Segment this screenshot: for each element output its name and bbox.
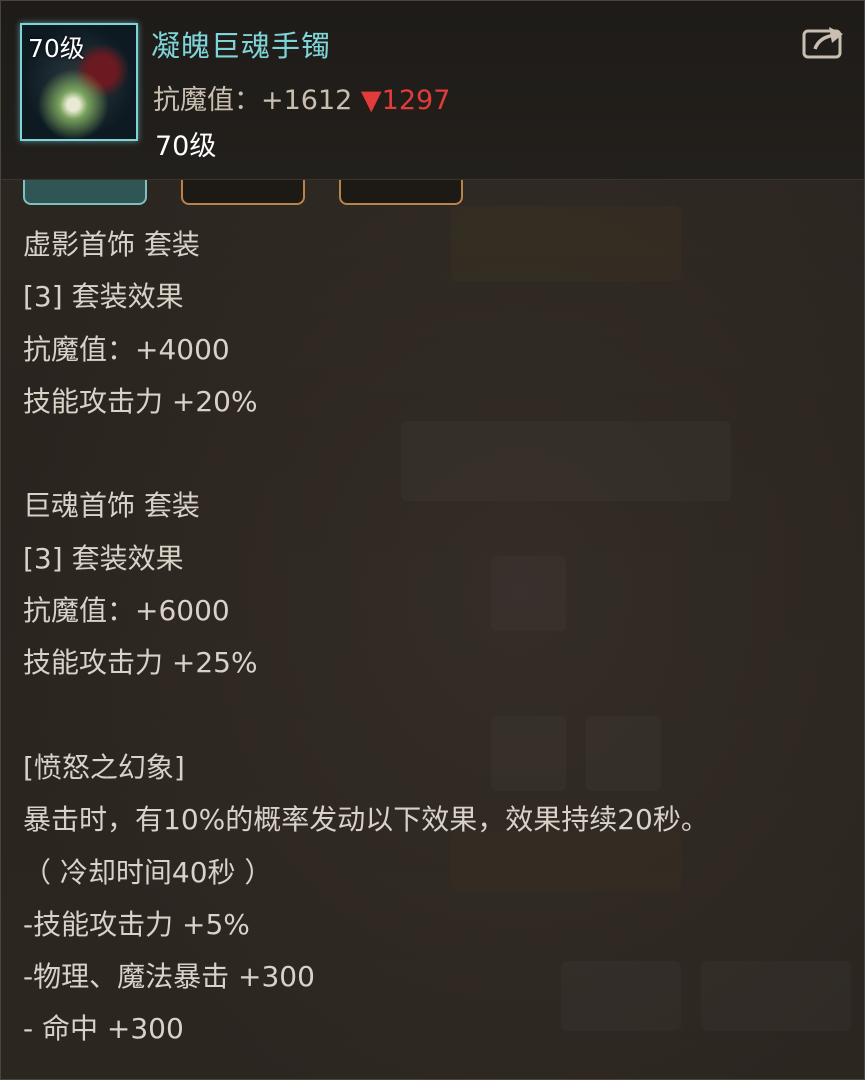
description-line: -技能攻击力 +5% [23, 907, 250, 941]
description-line: [愤怒之幻象] [23, 750, 185, 784]
description-line: [3] 套装效果 [23, 280, 184, 314]
item-icon-level: 70级 [28, 34, 85, 63]
description-line: -物理、魔法暴击 +300 [23, 960, 315, 994]
description-line: 抗魔值：+4000 [23, 332, 230, 366]
description-line: [3] 套装效果 [23, 541, 184, 575]
description-line: 巨魂首饰 套装 [23, 489, 200, 523]
equipment-slot [23, 179, 147, 205]
description-line [23, 428, 853, 480]
description-line: - 命中 +300 [23, 1012, 184, 1046]
equipment-slot [339, 179, 463, 205]
description-line: 技能攻击力 +25% [23, 646, 258, 680]
item-tooltip: 70级 凝魄巨魂手镯 抗魔值：+1612 ▼1297 70级 虚影首饰 套装 [… [0, 0, 865, 1080]
bracelet-item-icon: 70级 [20, 23, 138, 141]
stat-decrease: ▼1297 [360, 85, 451, 116]
description-line: 虚影首饰 套装 [23, 228, 200, 261]
equipment-slot [181, 179, 305, 205]
tooltip-header: 70级 凝魄巨魂手镯 抗魔值：+1612 ▼1297 70级 [1, 1, 864, 180]
description-line: （ 冷却时间40秒 ） [23, 855, 273, 889]
description-line: 技能攻击力 +20% [23, 384, 258, 418]
share-export-icon[interactable] [801, 23, 847, 61]
magic-resist-stat: 抗魔值：+1612 ▼1297 [153, 78, 450, 117]
item-level: 70级 [155, 131, 217, 162]
description-line [23, 690, 853, 742]
stat-label: 抗魔值：+1612 [153, 85, 361, 116]
description-line: 抗魔值：+6000 [23, 594, 230, 628]
description-line: 暴击时，有10%的概率发动以下效果，效果持续20秒。 [23, 803, 709, 837]
item-description: 虚影首饰 套装 [3] 套装效果 抗魔值：+4000 技能攻击力 +20% 巨魂… [23, 219, 853, 1056]
item-name: 凝魄巨魂手镯 [151, 29, 332, 63]
